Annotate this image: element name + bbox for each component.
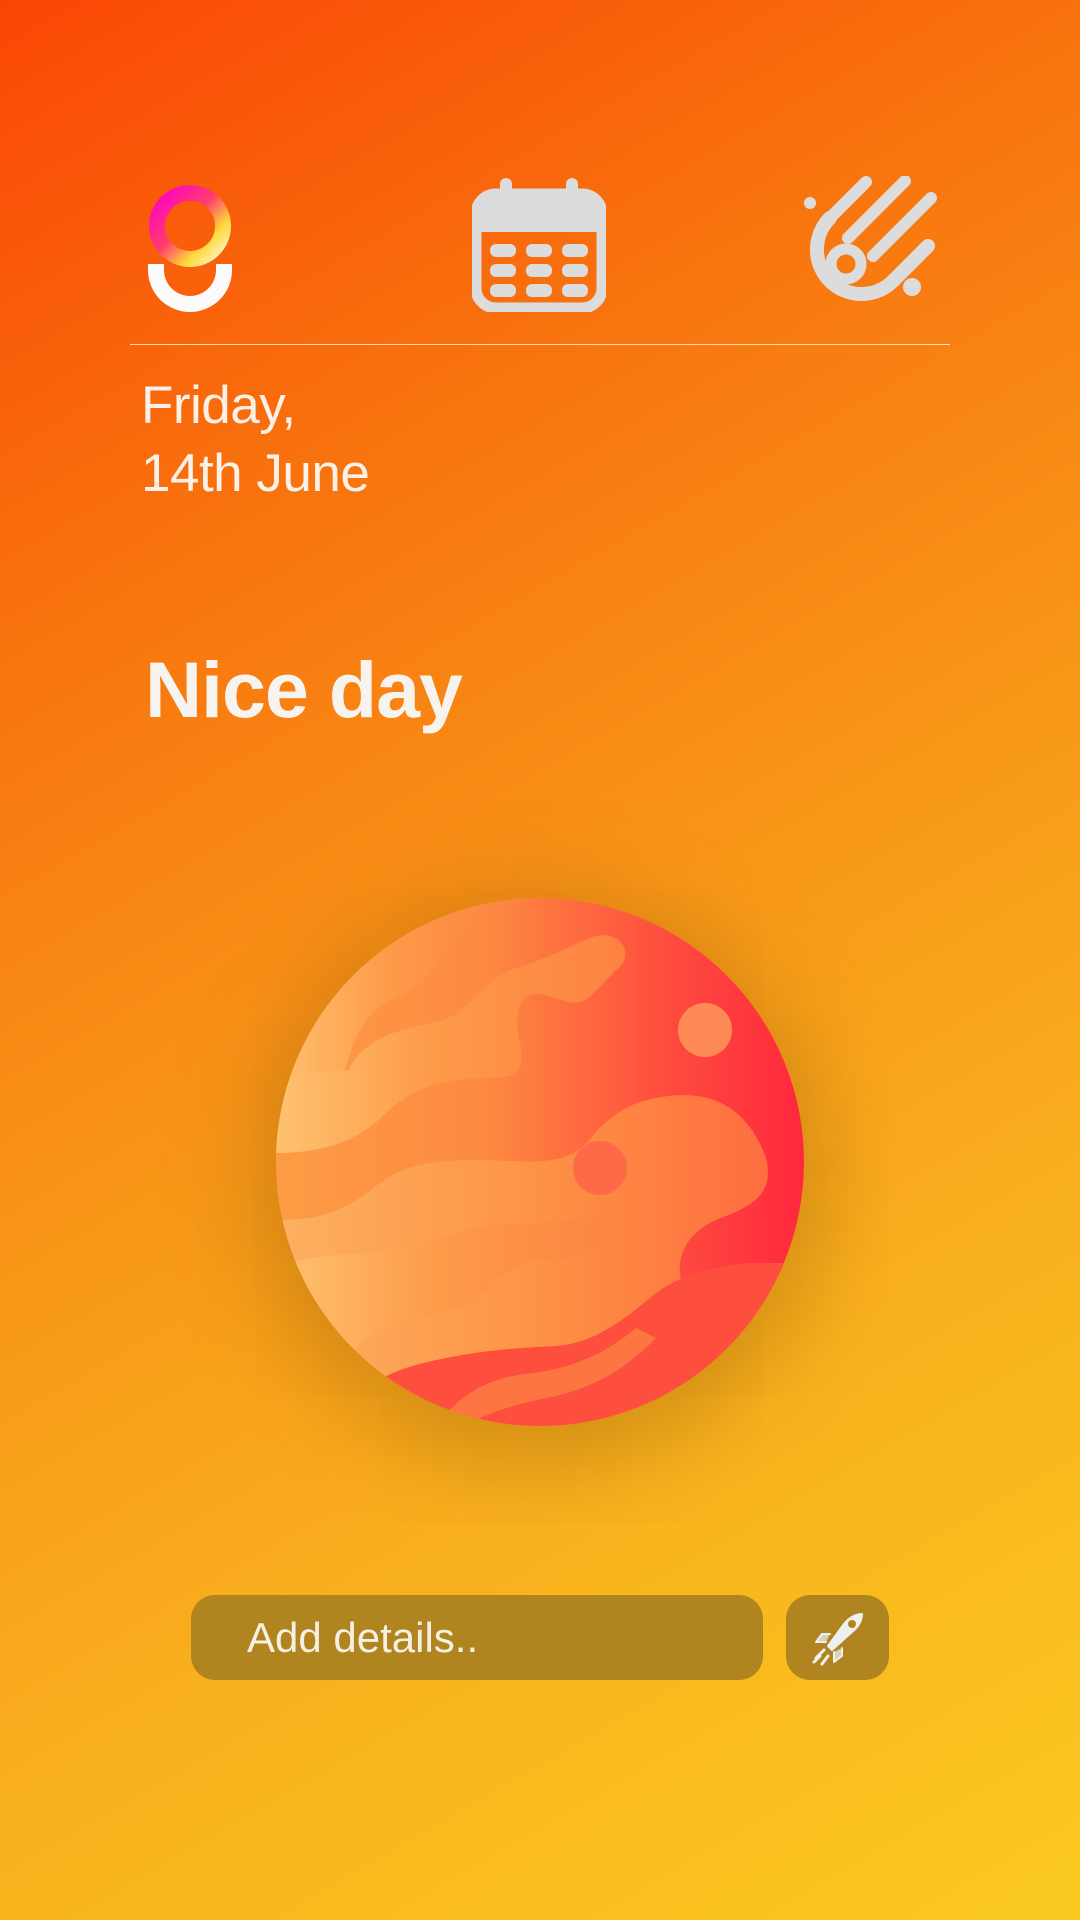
send-button[interactable] xyxy=(786,1595,889,1680)
rocket-icon xyxy=(812,1612,863,1665)
date-heading: Friday, 14th June xyxy=(141,372,370,508)
date-day-month: 14th June xyxy=(141,444,370,503)
nav-divider xyxy=(130,344,950,345)
calendar-icon[interactable] xyxy=(472,178,606,312)
date-weekday: Friday, xyxy=(141,376,296,435)
mood-title: Nice day xyxy=(145,645,463,734)
details-input[interactable] xyxy=(191,1595,763,1680)
planet-icon xyxy=(276,898,804,1426)
meteor-icon[interactable] xyxy=(798,176,938,312)
logo-icon[interactable] xyxy=(140,182,240,314)
top-navigation xyxy=(0,0,1080,345)
